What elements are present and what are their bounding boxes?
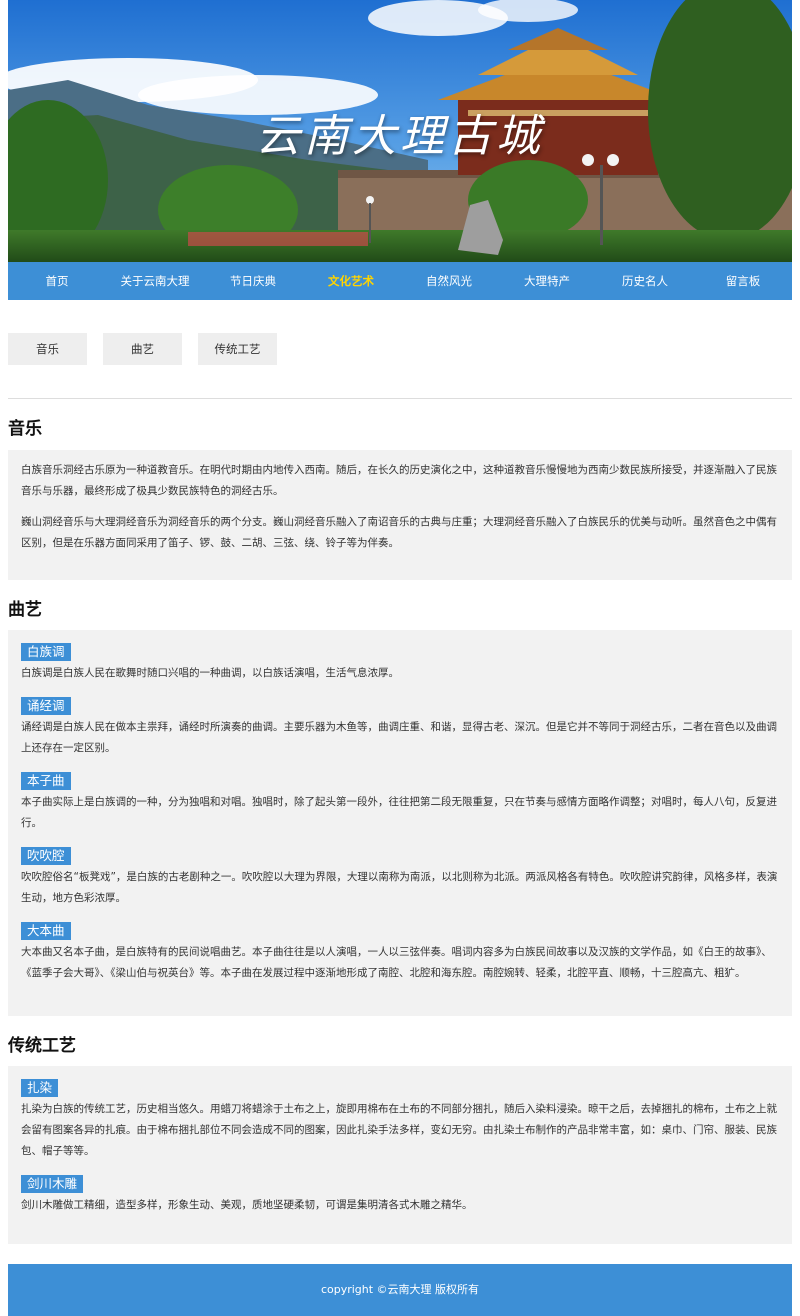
- craft-panel: 扎染 扎染为白族的传统工艺，历史相当悠久。用蜡刀将蜡涂于土布之上，旋即用棉布在土…: [8, 1066, 792, 1244]
- item-tag: 吹吹腔: [21, 847, 71, 865]
- item-tag: 诵经调: [21, 697, 71, 715]
- nav-item-specialties[interactable]: 大理特产: [498, 262, 596, 300]
- section-title-music: 音乐: [8, 419, 42, 439]
- tab-music[interactable]: 音乐: [8, 333, 87, 365]
- copyright-text: copyright ©云南大理 版权所有: [320, 1283, 480, 1296]
- list-item: 吹吹腔 吹吹腔俗名“板凳戏”，是白族的古老剧种之一。吹吹腔以大理为界限，大理以南…: [21, 844, 779, 909]
- list-item: 剑川木雕 剑川木雕做工精细，造型多样，形象生动、美观，质地坚硬柔韧，可谓是集明清…: [21, 1172, 779, 1216]
- nav-item-culture-art[interactable]: 文化艺术: [302, 262, 400, 300]
- item-tag: 白族调: [21, 643, 71, 661]
- nav-item-guestbook[interactable]: 留言板: [694, 262, 792, 300]
- list-item: 扎染 扎染为白族的传统工艺，历史相当悠久。用蜡刀将蜡涂于土布之上，旋即用棉布在土…: [21, 1076, 779, 1162]
- list-item: 白族调 白族调是白族人民在歌舞时随口兴唱的一种曲调，以白族话演唱，生活气息浓厚。: [21, 640, 779, 684]
- page: 云南大理古城 首页 关于云南大理 节日庆典 文化艺术 自然风光 大理特产 历史名…: [0, 0, 800, 1316]
- banner: 云南大理古城: [8, 0, 792, 262]
- item-tag: 扎染: [21, 1079, 59, 1097]
- list-item: 诵经调 诵经调是白族人民在做本主祟拜，诵经时所演奏的曲调。主要乐器为木鱼等，曲调…: [21, 694, 779, 759]
- main-nav: 首页 关于云南大理 节日庆典 文化艺术 自然风光 大理特产 历史名人 留言板: [8, 262, 792, 300]
- banner-title: 云南大理古城: [256, 111, 544, 162]
- item-tag: 剑川木雕: [21, 1175, 84, 1193]
- music-paragraph: 巍山洞经音乐与大理洞经音乐为洞经音乐的两个分支。巍山洞经音乐融入了南诏音乐的古典…: [21, 516, 777, 549]
- item-tag: 大本曲: [21, 922, 71, 940]
- item-text: 本子曲实际上是白族调的一种，分为独唱和对唱。独唱时，除了起头第一段外，往往把第二…: [21, 796, 777, 829]
- section-title-quyi: 曲艺: [8, 600, 42, 620]
- item-text: 扎染为白族的传统工艺，历史相当悠久。用蜡刀将蜡涂于土布之上，旋即用棉布在土布的不…: [21, 1103, 777, 1157]
- item-text: 诵经调是白族人民在做本主祟拜，诵经时所演奏的曲调。主要乐器为木鱼等，曲调庄重、和…: [21, 721, 777, 754]
- nav-item-celebrities[interactable]: 历史名人: [596, 262, 694, 300]
- music-panel: 白族音乐洞经古乐原为一种道教音乐。在明代时期由内地传入西南。随后，在长久的历史演…: [8, 450, 792, 580]
- list-item: 本子曲 本子曲实际上是白族调的一种，分为独唱和对唱。独唱时，除了起头第一段外，往…: [21, 769, 779, 834]
- item-text: 剑川木雕做工精细，造型多样，形象生动、美观，质地坚硬柔韧，可谓是集明清各式木雕之…: [21, 1199, 473, 1211]
- nav-item-festivals[interactable]: 节日庆典: [204, 262, 302, 300]
- quyi-panel: 白族调 白族调是白族人民在歌舞时随口兴唱的一种曲调，以白族话演唱，生活气息浓厚。…: [8, 630, 792, 1016]
- section-title-craft: 传统工艺: [8, 1036, 76, 1056]
- music-paragraph: 白族音乐洞经古乐原为一种道教音乐。在明代时期由内地传入西南。随后，在长久的历史演…: [21, 464, 777, 497]
- list-item: 大本曲 大本曲又名本子曲，是白族特有的民间说唱曲艺。本子曲往往是以人演唱，一人以…: [21, 919, 779, 984]
- nav-item-scenery[interactable]: 自然风光: [400, 262, 498, 300]
- item-tag: 本子曲: [21, 772, 71, 790]
- tab-quyi[interactable]: 曲艺: [103, 333, 182, 365]
- nav-item-home[interactable]: 首页: [8, 262, 106, 300]
- nav-item-about[interactable]: 关于云南大理: [106, 262, 204, 300]
- section-tabs: 音乐 曲艺 传统工艺: [8, 333, 277, 365]
- tab-traditional-craft[interactable]: 传统工艺: [198, 333, 277, 365]
- item-text: 白族调是白族人民在歌舞时随口兴唱的一种曲调，以白族话演唱，生活气息浓厚。: [21, 667, 399, 679]
- footer: copyright ©云南大理 版权所有: [8, 1264, 792, 1316]
- divider: [8, 398, 792, 399]
- item-text: 吹吹腔俗名“板凳戏”，是白族的古老剧种之一。吹吹腔以大理为界限，大理以南称为南派…: [21, 871, 778, 904]
- item-text: 大本曲又名本子曲，是白族特有的民间说唱曲艺。本子曲往往是以人演唱，一人以三弦伴奏…: [21, 946, 772, 979]
